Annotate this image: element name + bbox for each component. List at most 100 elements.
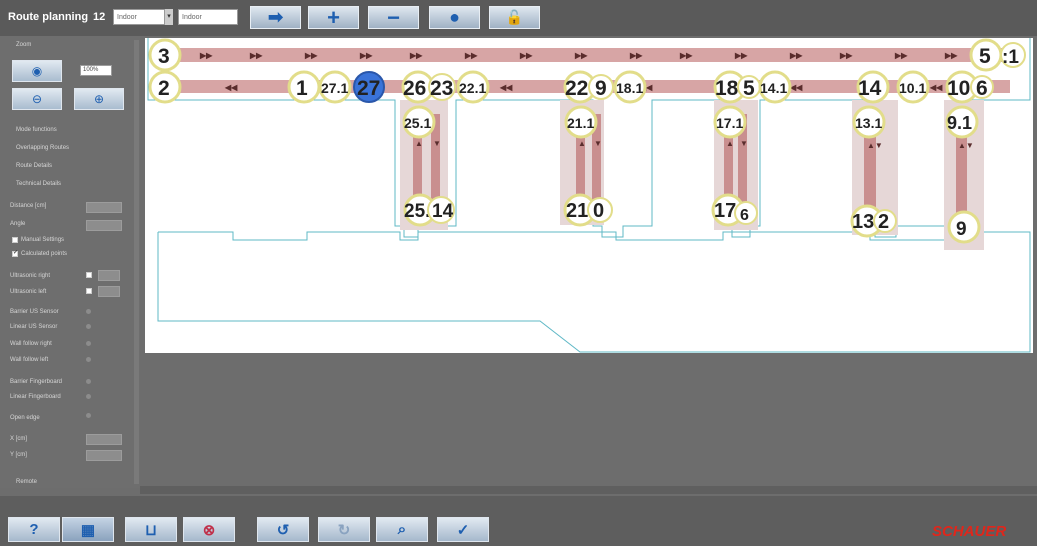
svg-text:▶▶: ▶▶	[519, 51, 533, 60]
option-label: Wall follow right	[10, 341, 52, 347]
node-2: 2	[148, 70, 182, 104]
svg-text:21.1: 21.1	[567, 115, 594, 131]
ultrasonic-left-input[interactable]	[98, 286, 120, 297]
svg-text::1: :1	[1002, 47, 1019, 68]
svg-text:▲: ▲	[726, 139, 734, 148]
node-17-1: 17.1	[713, 105, 747, 139]
distance-input[interactable]	[86, 202, 122, 213]
help-button[interactable]: ?	[8, 517, 60, 542]
view-button[interactable]: ◉	[12, 60, 62, 82]
svg-text:10: 10	[947, 77, 970, 100]
undo-button[interactable]: ↺	[257, 517, 309, 542]
angle-input[interactable]	[86, 220, 122, 231]
search-route-button[interactable]: ⌕	[376, 517, 428, 542]
svg-text:21: 21	[566, 200, 588, 222]
svg-text:▶▶: ▶▶	[839, 51, 853, 60]
svg-text:▶▶: ▶▶	[629, 51, 643, 60]
svg-text:◀◀: ◀◀	[929, 83, 943, 92]
confirm-button[interactable]: ✓	[437, 517, 489, 542]
option-label: Linear Fingerboard	[10, 394, 61, 400]
svg-text:27.1: 27.1	[321, 80, 348, 96]
remote-section[interactable]: Remote	[16, 479, 37, 485]
svg-text:▲▼: ▲▼	[958, 141, 974, 150]
zoom-in-button[interactable]: ⊕	[74, 88, 124, 110]
svg-text:14: 14	[858, 77, 882, 100]
option-toggle[interactable]	[86, 341, 91, 346]
ultrasonic-left-checkbox[interactable]	[86, 288, 92, 294]
x-coord-input[interactable]	[86, 434, 122, 445]
svg-text:13.1: 13.1	[855, 115, 882, 131]
ultrasonic-right-input[interactable]	[98, 270, 120, 281]
remove-button[interactable]: −	[368, 4, 419, 30]
svg-text:3: 3	[158, 45, 170, 68]
sidebar-scrollbar[interactable]	[134, 40, 139, 484]
svg-text:▶▶: ▶▶	[679, 51, 693, 60]
option-toggle[interactable]	[86, 324, 91, 329]
cancel-button[interactable]: ⊗	[183, 517, 235, 542]
option-toggle[interactable]	[86, 357, 91, 362]
svg-text:2: 2	[878, 211, 889, 233]
tools-button[interactable]: ▦	[62, 517, 114, 542]
svg-text:▶▶: ▶▶	[249, 51, 263, 60]
option-toggle[interactable]	[86, 379, 91, 384]
svg-text:▼: ▼	[433, 139, 441, 148]
svg-text:9: 9	[595, 77, 607, 100]
mode-select[interactable]: Indoor	[113, 9, 165, 25]
zoom-input[interactable]: 100%	[80, 65, 112, 76]
tray-icon: ⊔	[145, 521, 157, 539]
section-technical-details[interactable]: Technical Details	[16, 181, 61, 187]
svg-text:▼: ▼	[740, 139, 748, 148]
route-map[interactable]: ▶▶ ▶▶ ▶▶ ▶▶ ▶▶ ▶▶ ▶▶ ▶▶ ▶▶ ▶▶ ▶▶ ▶▶ ▶▶ ▶▶ ▶▶ ◀◀ ◀◀ ◀◀…	[140, 36, 1037, 496]
svg-text:0: 0	[593, 200, 604, 222]
record-button[interactable]: ●	[429, 6, 480, 29]
svg-text:▶▶: ▶▶	[789, 51, 803, 60]
svg-text:▶▶: ▶▶	[734, 51, 748, 60]
svg-text:5: 5	[743, 77, 755, 100]
option-label: Barrier US Sensor	[10, 309, 59, 315]
ultrasonic-left-label: Ultrasonic left	[10, 289, 47, 295]
option-toggle[interactable]	[86, 413, 91, 418]
manual-settings-checkbox[interactable]	[12, 237, 18, 243]
section-overlapping-routes[interactable]: Overlapping Routes	[16, 145, 69, 151]
svg-text:2: 2	[158, 77, 170, 100]
node-2-branch: 2	[873, 209, 897, 233]
tray-button[interactable]: ⊔	[125, 517, 177, 542]
zoom-out-button[interactable]: ⊖	[12, 88, 62, 110]
svg-text:9: 9	[956, 219, 967, 240]
node-1-right: :1	[1000, 42, 1026, 68]
chevron-down-icon[interactable]: ▾	[165, 9, 173, 25]
svg-text:▶▶: ▶▶	[359, 51, 373, 60]
svg-text:6: 6	[976, 77, 988, 100]
node-9-1: 9.1	[945, 105, 979, 139]
y-coord-input[interactable]	[86, 450, 122, 461]
option-toggle[interactable]	[86, 309, 91, 314]
minus-icon: −	[387, 4, 400, 30]
node-22-1: 22.1	[456, 70, 490, 104]
svg-text:▲: ▲	[415, 139, 423, 148]
option-label: Linear US Sensor	[10, 324, 58, 330]
node-10-1: 10.1	[896, 70, 930, 104]
cancel-icon: ⊗	[202, 521, 216, 539]
svg-text:17.1: 17.1	[716, 115, 743, 131]
calculated-points-checkbox[interactable]: ✓	[12, 250, 18, 257]
svg-text:▶▶: ▶▶	[894, 51, 908, 60]
undo-icon: ↺	[276, 521, 290, 539]
node-18-1: 18.1	[613, 70, 647, 104]
ultrasonic-right-label: Ultrasonic right	[10, 273, 51, 279]
svg-text:▶▶: ▶▶	[199, 51, 213, 60]
svg-text:▶▶: ▶▶	[409, 51, 423, 60]
option-toggle[interactable]	[86, 394, 91, 399]
location-select[interactable]: Indoor	[178, 9, 238, 25]
arrow-right-button[interactable]: ➡	[250, 6, 301, 29]
svg-text:26: 26	[403, 77, 426, 100]
confirm-icon: ✓	[456, 521, 470, 539]
node-0: 0	[587, 197, 613, 223]
add-button[interactable]: +	[308, 5, 359, 30]
lock-button[interactable]: 🔓	[489, 6, 540, 29]
ultrasonic-right-checkbox[interactable]	[86, 272, 92, 278]
redo-button[interactable]: ↻	[318, 517, 370, 542]
section-mode-functions[interactable]: Mode functions	[16, 127, 57, 133]
node-14: 14	[856, 70, 890, 104]
route-number: 12	[93, 11, 106, 23]
section-route-details[interactable]: Route Details	[16, 163, 52, 169]
